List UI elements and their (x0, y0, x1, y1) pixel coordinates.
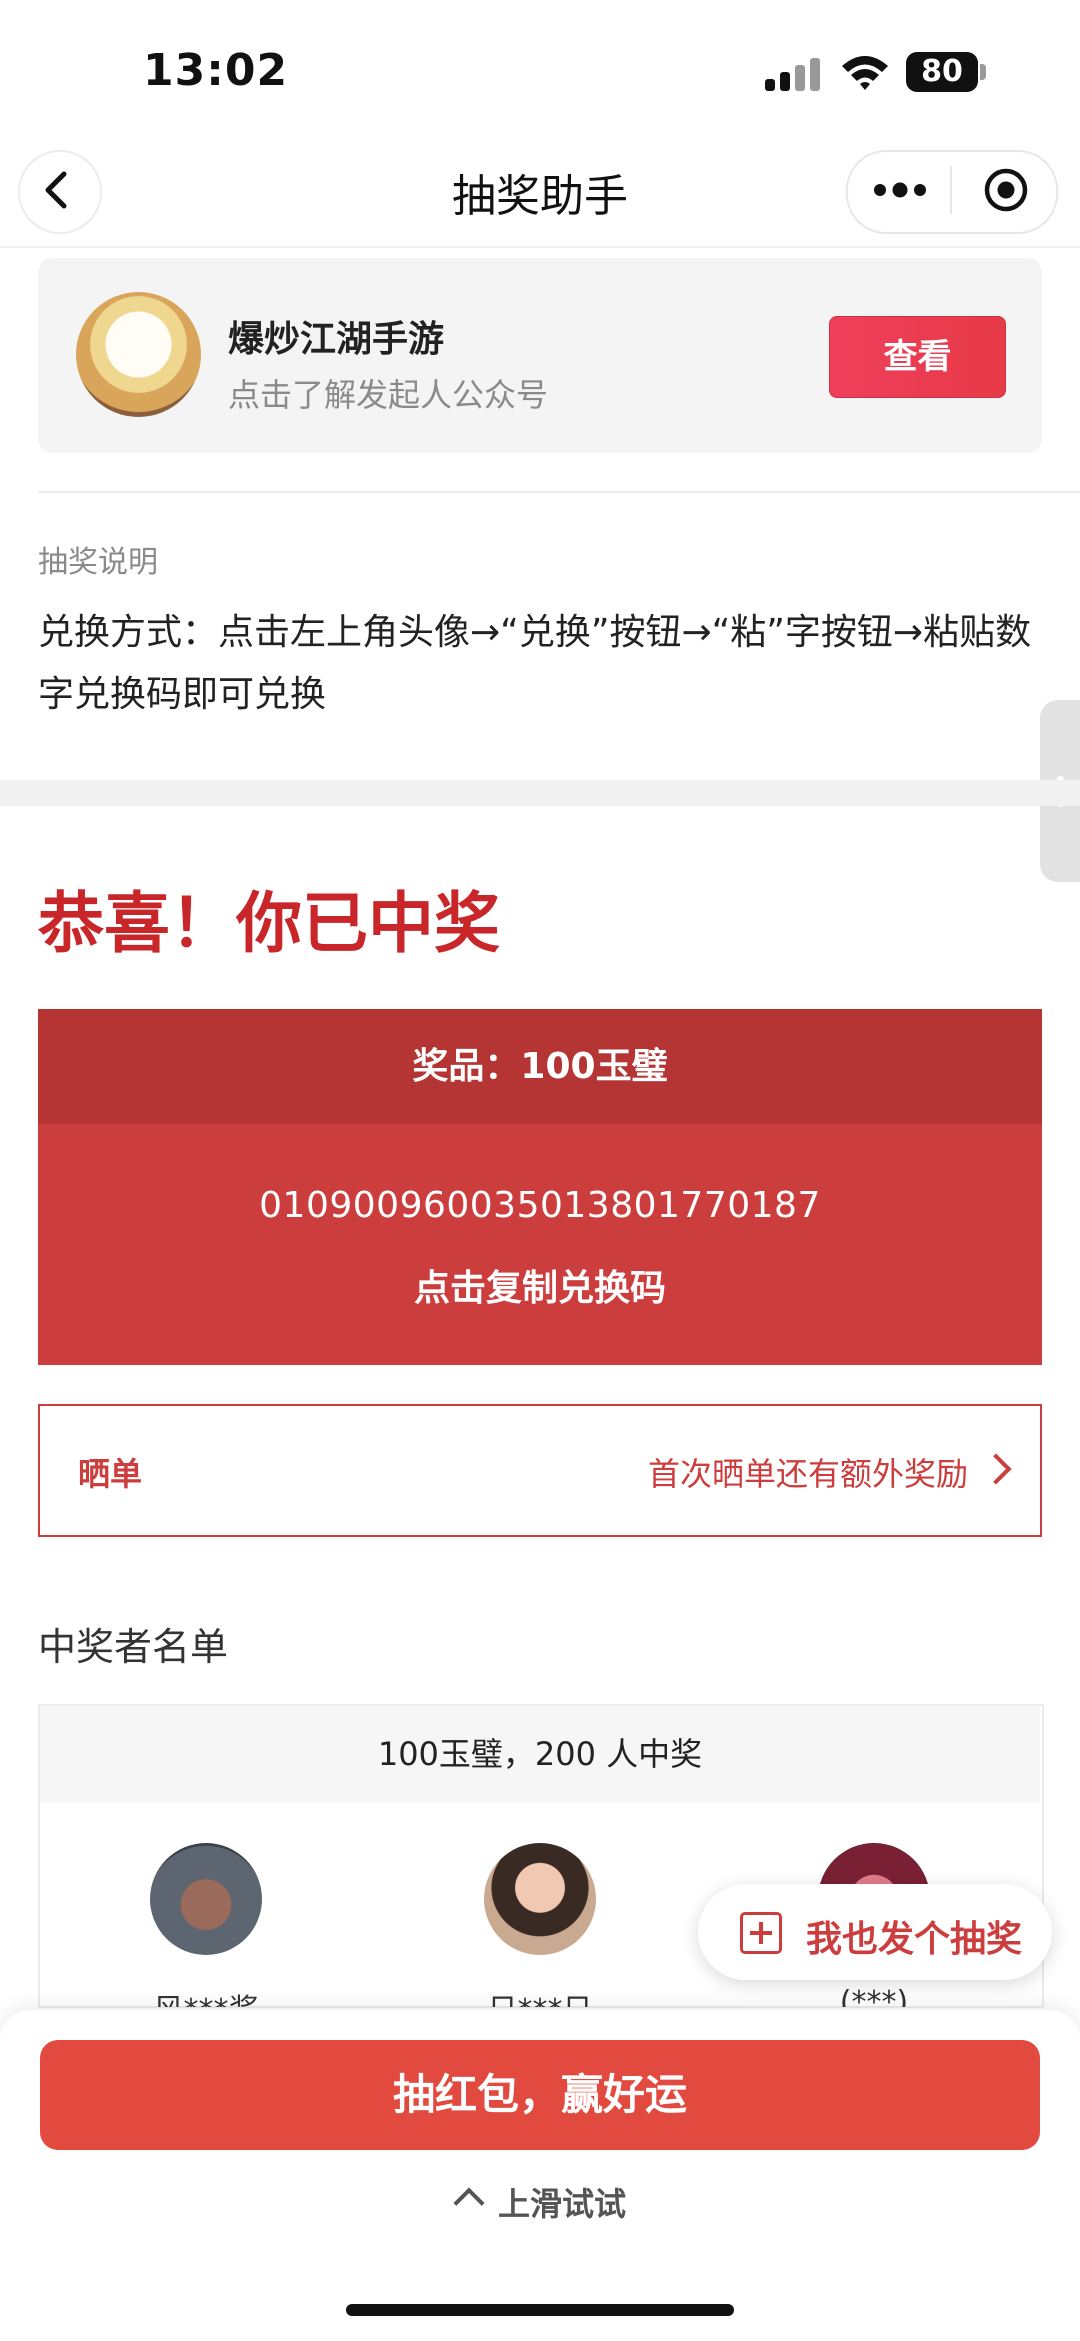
winner-name: 风***酱 (86, 1985, 326, 2007)
close-target-icon[interactable] (984, 168, 1028, 212)
winner-avatar[interactable] (484, 1843, 596, 1955)
redeem-code-panel[interactable] (38, 1124, 1042, 1365)
divider (38, 491, 1080, 493)
prize-name: 奖品：100玉璧 (38, 1009, 1042, 1124)
swipe-hint: 上滑试试 (498, 2185, 627, 2223)
create-lottery-label[interactable]: 我也发个抽奖 (806, 1910, 1022, 1962)
winner-name: (***) (839, 1985, 909, 2007)
more-icon[interactable] (872, 178, 928, 202)
winners-title: 中奖者名单 (38, 1625, 229, 1669)
section-separator (0, 780, 1080, 806)
view-button[interactable]: 查看 (829, 316, 1006, 398)
status-time: 13:02 (143, 45, 289, 96)
wifi-icon (842, 56, 888, 90)
nav-divider (0, 246, 1080, 248)
capsule-divider (950, 166, 952, 214)
home-indicator[interactable] (346, 2304, 734, 2316)
battery-cap (980, 64, 986, 80)
cellular-signal-icon (765, 57, 823, 91)
description-text: 兑换方式：点击左上角头像→“兑换”按钮→“粘”字按钮→粘贴数字兑换码即可兑换 (38, 612, 1032, 715)
redeem-code[interactable]: 010900960035013801770187 (38, 1185, 1042, 1226)
red-packet-button[interactable]: 抽红包，赢好运 (40, 2040, 1040, 2150)
share-label: 晒单 (78, 1455, 143, 1493)
winner-avatar[interactable] (150, 1843, 262, 1955)
share-hint: 首次晒单还有额外奖励 (648, 1455, 969, 1493)
sponsor-subtitle: 点击了解发起人公众号 (228, 376, 549, 414)
congrats-title: 恭喜！你已中奖 (38, 884, 500, 962)
winners-summary: 100玉璧，200 人中奖 (40, 1706, 1040, 1802)
sponsor-avatar[interactable] (76, 292, 201, 417)
description-label: 抽奖说明 (38, 545, 158, 580)
copy-code-button[interactable]: 点击复制兑换码 (38, 1259, 1042, 1311)
winner-name: 日***日 (420, 1985, 660, 2007)
plus-square-icon (740, 1912, 782, 1954)
sponsor-name: 爆炒江湖手游 (228, 319, 445, 360)
battery-icon: 80 (906, 52, 978, 92)
